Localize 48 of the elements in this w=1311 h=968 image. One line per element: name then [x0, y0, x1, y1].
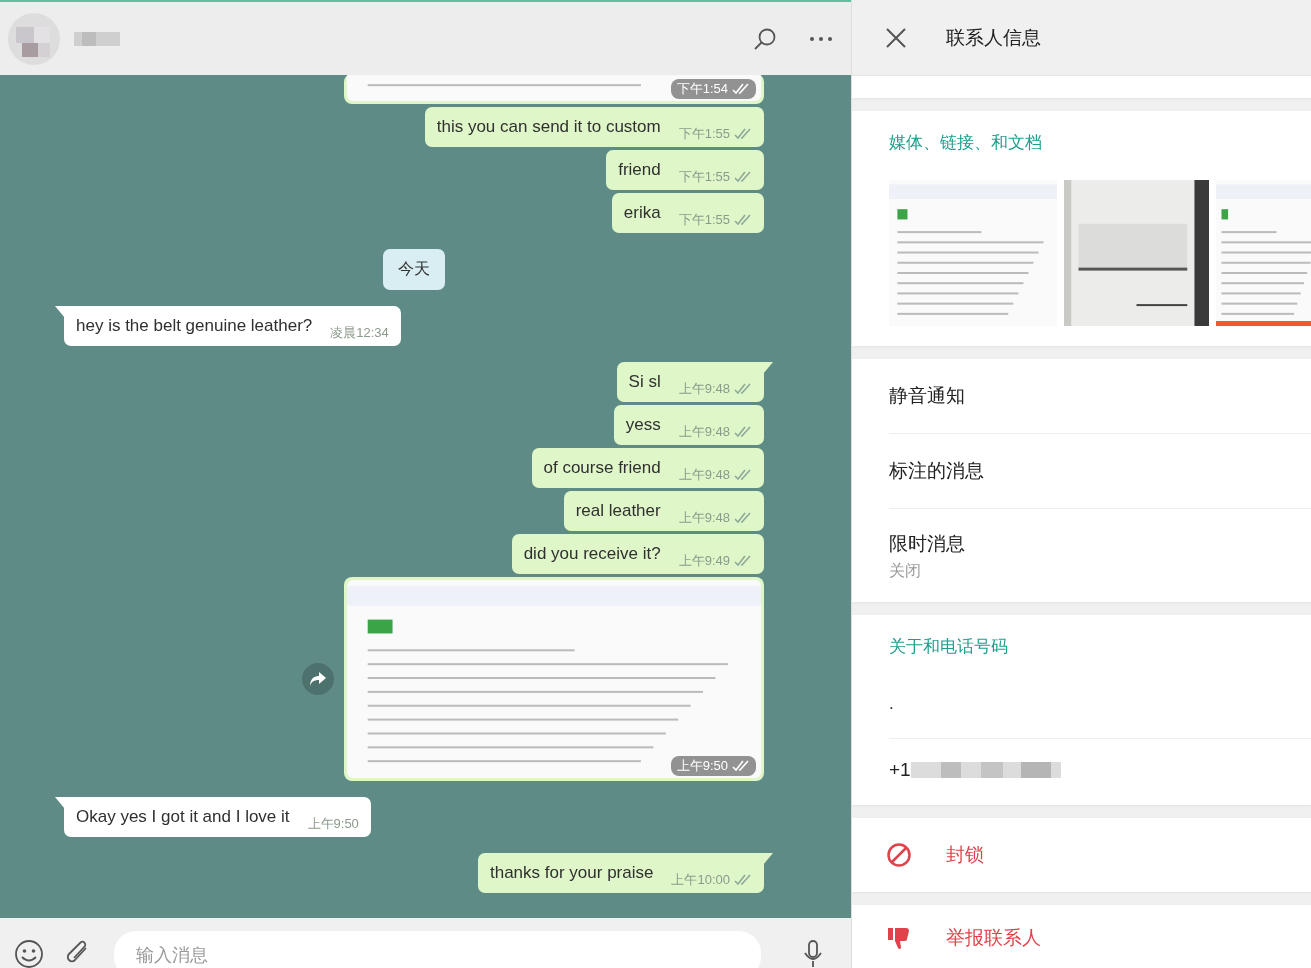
setting-value: 关闭	[889, 561, 922, 581]
search-icon	[753, 26, 777, 51]
double-check-icon	[734, 555, 752, 567]
thumbs-down-icon	[886, 926, 912, 950]
image-message[interactable]: 上午9:50	[344, 577, 764, 781]
more-button[interactable]	[809, 35, 833, 42]
block-button[interactable]: 封锁	[852, 818, 1311, 892]
forward-icon	[309, 671, 327, 687]
phone-number: +1	[889, 759, 911, 781]
report-button[interactable]: 举报联系人	[852, 905, 1311, 968]
message-time: 上午9:50	[676, 757, 728, 775]
close-button[interactable]	[886, 27, 906, 48]
close-icon	[886, 27, 906, 48]
double-check-icon	[734, 383, 752, 395]
microphone-icon	[803, 939, 823, 968]
setting-label[interactable]: 标注的消息	[889, 458, 1311, 484]
message-bubble: real leather 上午9:48	[563, 491, 764, 531]
message-bubble: did you receive it? 上午9:49	[511, 534, 764, 574]
message-bubble: this you can send it to custom 下午1:55	[424, 107, 764, 147]
about-text: .	[889, 658, 1311, 739]
double-check-icon	[734, 512, 752, 524]
double-check-icon	[734, 214, 752, 226]
message-input[interactable]: 输入消息	[114, 931, 761, 968]
section-heading: 媒体、链接、和文档	[888, 132, 1043, 154]
search-button[interactable]	[753, 26, 777, 51]
image-message[interactable]: 下午1:54	[344, 75, 764, 104]
message-bubble: friend 下午1:55	[606, 150, 764, 190]
message-bubble: erika 下午1:55	[611, 193, 764, 233]
double-check-icon	[732, 760, 750, 772]
smiley-icon	[14, 939, 44, 968]
section-heading: 关于和电话号码	[888, 636, 1009, 658]
blurred-name	[74, 31, 120, 46]
forward-button[interactable]	[302, 663, 334, 695]
double-check-icon	[734, 874, 752, 886]
message-bubble: of course friend 上午9:48	[531, 448, 764, 488]
setting-label[interactable]: 静音通知	[889, 383, 1311, 409]
panel-title: 联系人信息	[946, 25, 1041, 50]
message-bubble: yess 上午9:48	[613, 405, 764, 445]
date-chip: 今天	[383, 249, 445, 290]
double-check-icon	[734, 426, 752, 438]
double-check-icon	[734, 469, 752, 481]
message-time: 下午1:54	[676, 80, 728, 98]
prohibited-icon	[886, 842, 912, 868]
setting-label[interactable]: 限时消息	[889, 531, 1311, 557]
double-check-icon	[732, 83, 750, 95]
more-icon	[809, 35, 833, 42]
double-check-icon	[734, 171, 752, 183]
double-check-icon	[734, 128, 752, 140]
